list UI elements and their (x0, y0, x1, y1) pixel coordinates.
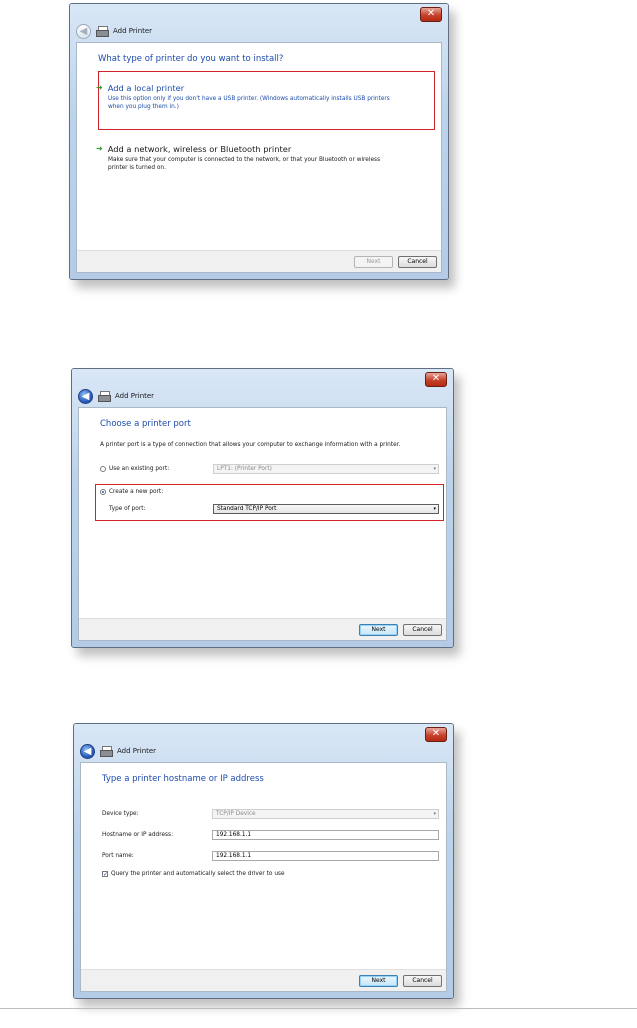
chevron-down-icon: ▾ (433, 506, 436, 512)
existing-port-row: Use an existing port: (100, 466, 169, 472)
option-description-line1: Make sure that your computer is connecte… (108, 157, 381, 163)
title-bar: ◀ Add Printer (80, 741, 447, 761)
add-printer-dialog-hostname: ✕ ◀ Add Printer Type a printer hostname … (73, 723, 454, 999)
page-heading: What type of printer do you want to inst… (98, 54, 284, 64)
back-arrow-icon[interactable]: ◀ (78, 388, 93, 404)
title-bar: ◀ Add Printer (78, 386, 447, 406)
option-title: Add a local printer (107, 83, 185, 93)
window-title: Add Printer (117, 747, 157, 755)
query-printer-label: Query the printer and automatically sele… (111, 871, 285, 877)
next-button[interactable]: Next (359, 975, 398, 987)
chevron-down-icon: ▾ (433, 811, 436, 817)
title-bar: ◀ Add Printer (76, 21, 442, 41)
cancel-button[interactable]: Cancel (398, 256, 437, 268)
existing-port-label: Use an existing port: (109, 466, 170, 472)
new-port-row: Create a new port: (100, 489, 163, 495)
printer-icon (98, 391, 111, 402)
hostname-input[interactable]: 192.168.1.1 (212, 830, 439, 840)
dialog-content: What type of printer do you want to inst… (76, 42, 442, 273)
dialog-footer: Next Cancel (79, 618, 446, 640)
new-port-radio[interactable] (100, 489, 106, 495)
option-title: Add a network, wireless or Bluetooth pri… (107, 144, 292, 154)
window-title: Add Printer (115, 392, 155, 400)
device-type-select[interactable]: TCP/IP Device ▾ (212, 809, 439, 819)
hostname-label: Hostname or IP address: (102, 832, 174, 838)
query-printer-row: ✓ Query the printer and automatically se… (102, 871, 285, 878)
device-type-label: Device type: (102, 811, 139, 817)
query-printer-checkbox[interactable]: ✓ (102, 871, 108, 878)
port-name-input[interactable]: 192.168.1.1 (212, 851, 439, 861)
option-add-network-printer[interactable]: ➜ Add a network, wireless or Bluetooth p… (96, 144, 427, 172)
back-arrow-icon[interactable]: ◀ (76, 23, 91, 39)
page-heading: Choose a printer port (100, 419, 191, 429)
existing-port-radio[interactable] (100, 466, 106, 472)
green-arrow-icon: ➜ (96, 144, 103, 153)
printer-icon (100, 746, 113, 757)
page-description: A printer port is a type of connection t… (100, 442, 401, 448)
new-port-label: Create a new port: (109, 489, 164, 495)
chevron-down-icon: ▾ (433, 466, 436, 472)
existing-port-select[interactable]: LPT1: (Printer Port) ▾ (213, 464, 439, 474)
option-description-line2: printer is turned on. (108, 165, 166, 171)
back-arrow-icon[interactable]: ◀ (80, 743, 95, 759)
page-heading: Type a printer hostname or IP address (102, 774, 264, 784)
page-divider (0, 1008, 637, 1009)
type-of-port-label: Type of port: (109, 506, 146, 512)
port-name-label: Port name: (102, 853, 134, 859)
close-button[interactable]: ✕ (425, 727, 447, 742)
device-type-value: TCP/IP Device (216, 811, 256, 817)
next-button[interactable]: Next (354, 256, 393, 268)
add-printer-dialog-type: ✕ ◀ Add Printer What type of printer do … (69, 3, 449, 280)
dialog-footer: Next Cancel (81, 969, 446, 991)
dialog-content: Type a printer hostname or IP address De… (80, 762, 447, 992)
cancel-button[interactable]: Cancel (403, 624, 442, 636)
type-of-port-value: Standard TCP/IP Port (217, 506, 277, 512)
close-button[interactable]: ✕ (420, 7, 442, 22)
green-arrow-icon: ➜ (96, 83, 103, 92)
option-add-local-printer[interactable]: ➜ Add a local printer Use this option on… (96, 83, 427, 111)
dialog-footer: Next Cancel (77, 250, 441, 272)
close-button[interactable]: ✕ (425, 372, 447, 387)
cancel-button[interactable]: Cancel (403, 975, 442, 987)
window-title: Add Printer (113, 27, 153, 35)
type-of-port-select[interactable]: Standard TCP/IP Port ▾ (213, 504, 439, 514)
printer-icon (96, 26, 109, 37)
next-button[interactable]: Next (359, 624, 398, 636)
option-description-line2: when you plug them in.) (108, 104, 179, 110)
dialog-content: Choose a printer port A printer port is … (78, 407, 447, 641)
add-printer-dialog-port: ✕ ◀ Add Printer Choose a printer port A … (71, 368, 454, 648)
existing-port-value: LPT1: (Printer Port) (217, 466, 272, 472)
option-description-line1: Use this option only if you don't have a… (108, 96, 390, 102)
